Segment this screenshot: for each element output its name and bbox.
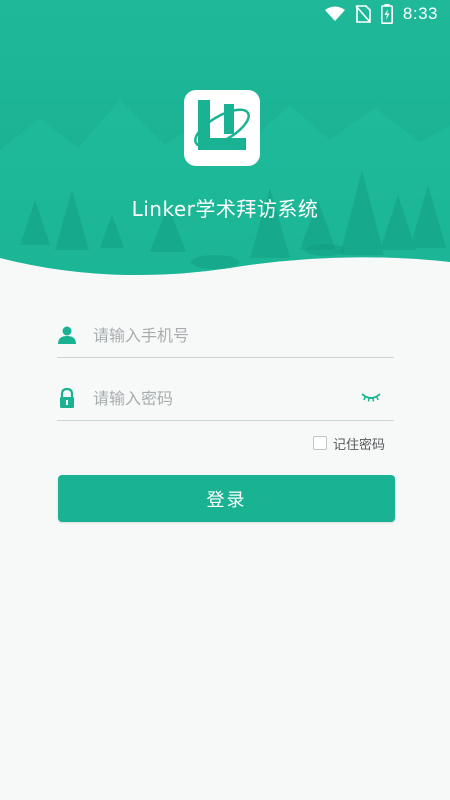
- phone-input[interactable]: [91, 319, 355, 351]
- battery-charging-icon: [380, 4, 393, 24]
- no-sim-icon: [355, 5, 371, 23]
- status-bar: 8:33: [0, 0, 450, 28]
- remember-checkbox[interactable]: [313, 436, 327, 450]
- remember-password[interactable]: 记住密码: [313, 433, 385, 453]
- lock-icon: [60, 388, 74, 408]
- header-banner: 8:33 Linker学术拜访系统: [0, 0, 450, 290]
- eye-closed-icon[interactable]: [360, 390, 382, 404]
- login-button[interactable]: 登录: [58, 475, 395, 522]
- user-icon: [58, 326, 76, 344]
- phone-field[interactable]: [57, 313, 394, 358]
- app-title: Linker学术拜访系统: [131, 197, 319, 221]
- linker-logo-icon: [184, 90, 260, 166]
- password-field[interactable]: [57, 376, 394, 421]
- password-input[interactable]: [91, 382, 355, 414]
- status-time: 8:33: [402, 4, 438, 23]
- remember-label: 记住密码: [333, 437, 386, 453]
- wifi-icon: [324, 6, 345, 21]
